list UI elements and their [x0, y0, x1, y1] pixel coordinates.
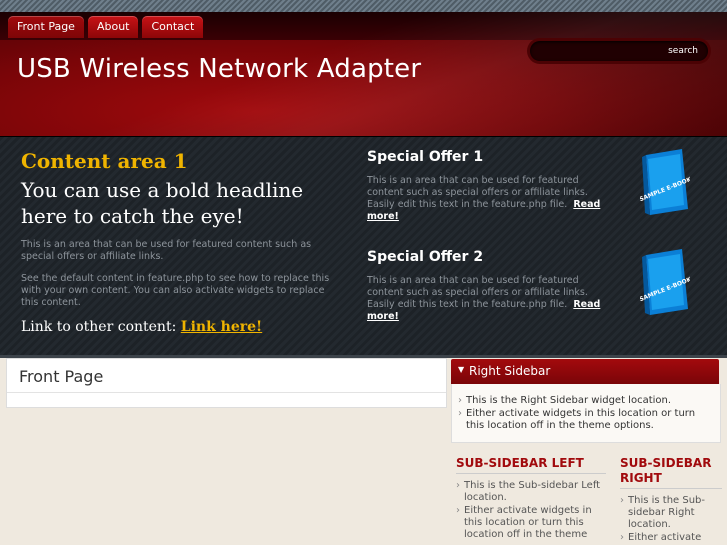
- right-sidebar-title: Right Sidebar: [469, 364, 551, 378]
- list-item: This is the Sub-sidebar Right location.: [620, 495, 722, 531]
- feature-left: Content area 1 You can use a bold headli…: [21, 149, 341, 335]
- feature-text-2: See the default content in feature.php t…: [21, 273, 330, 308]
- offer-body-2: This is an area that can be used for fea…: [367, 275, 588, 310]
- search-box: search: [530, 41, 708, 61]
- offer-title-1: Special Offer 1: [367, 149, 484, 165]
- main-content: Front Page: [6, 358, 447, 408]
- right-sidebar-header[interactable]: ▼ Right Sidebar: [451, 359, 719, 384]
- content-area-heading: Content area 1: [21, 149, 188, 173]
- offer-body-1: This is an area that can be used for fea…: [367, 175, 588, 210]
- main-nav: Front Page About Contact: [8, 16, 204, 38]
- caret-down-icon: ▼: [458, 365, 465, 374]
- search-button[interactable]: search: [668, 44, 698, 58]
- link-here[interactable]: Link here!: [181, 319, 262, 335]
- sub-sidebar-left-list: This is the Sub-sidebar Left location. E…: [456, 480, 606, 541]
- top-stripe: [0, 0, 727, 12]
- site-header: Front Page About Contact search USB Wire…: [0, 12, 727, 136]
- offer-text-2: This is an area that can be used for fea…: [367, 275, 617, 323]
- list-item: Either activate widgets in this location…: [456, 505, 606, 541]
- special-offer-1: Special Offer 1 This is an area that can…: [367, 149, 617, 223]
- bold-headline: You can use a bold headline here to catc…: [21, 178, 304, 228]
- divider: [456, 473, 606, 474]
- ebook-cover-icon-1[interactable]: SAMPLE E-BOOK: [640, 149, 690, 215]
- title-divider: [7, 392, 446, 393]
- list-item: Either activate: [620, 532, 722, 544]
- search-input[interactable]: [538, 44, 656, 58]
- page-title: Front Page: [19, 367, 104, 386]
- sub-sidebar-left: SUB-SIDEBAR LEFT This is the Sub-sidebar…: [456, 456, 606, 542]
- tab-about[interactable]: About: [87, 16, 139, 38]
- divider: [620, 488, 722, 489]
- site-title[interactable]: USB Wireless Network Adapter: [17, 54, 421, 84]
- right-sidebar: This is the Right Sidebar widget locatio…: [451, 384, 721, 443]
- sub-sidebar-right-title: SUB-SIDEBAR RIGHT: [620, 456, 712, 485]
- list-item: This is the Sub-sidebar Left location.: [456, 480, 606, 504]
- tab-contact[interactable]: Contact: [142, 16, 204, 38]
- list-item: This is the Right Sidebar widget locatio…: [458, 395, 716, 407]
- sub-sidebar-right: SUB-SIDEBAR RIGHT This is the Sub-sideba…: [620, 456, 722, 545]
- sub-sidebar-right-list: This is the Sub-sidebar Right location. …: [620, 495, 722, 544]
- feature-area: Content area 1 You can use a bold headli…: [0, 136, 727, 358]
- right-sidebar-list: This is the Right Sidebar widget locatio…: [458, 395, 716, 433]
- special-offer-2: Special Offer 2 This is an area that can…: [367, 249, 617, 323]
- tab-front-page[interactable]: Front Page: [8, 16, 84, 38]
- offer-text-1: This is an area that can be used for fea…: [367, 175, 617, 223]
- link-prefix: Link to other content:: [21, 319, 181, 335]
- list-item: Either activate widgets in this location…: [458, 408, 716, 432]
- sub-sidebar-left-title: SUB-SIDEBAR LEFT: [456, 456, 584, 470]
- feature-text-1: This is an area that can be used for fea…: [21, 239, 312, 262]
- offer-title-2: Special Offer 2: [367, 249, 484, 265]
- ebook-cover-icon-2[interactable]: SAMPLE E-BOOK: [640, 249, 690, 315]
- link-line: Link to other content: Link here!: [21, 319, 341, 335]
